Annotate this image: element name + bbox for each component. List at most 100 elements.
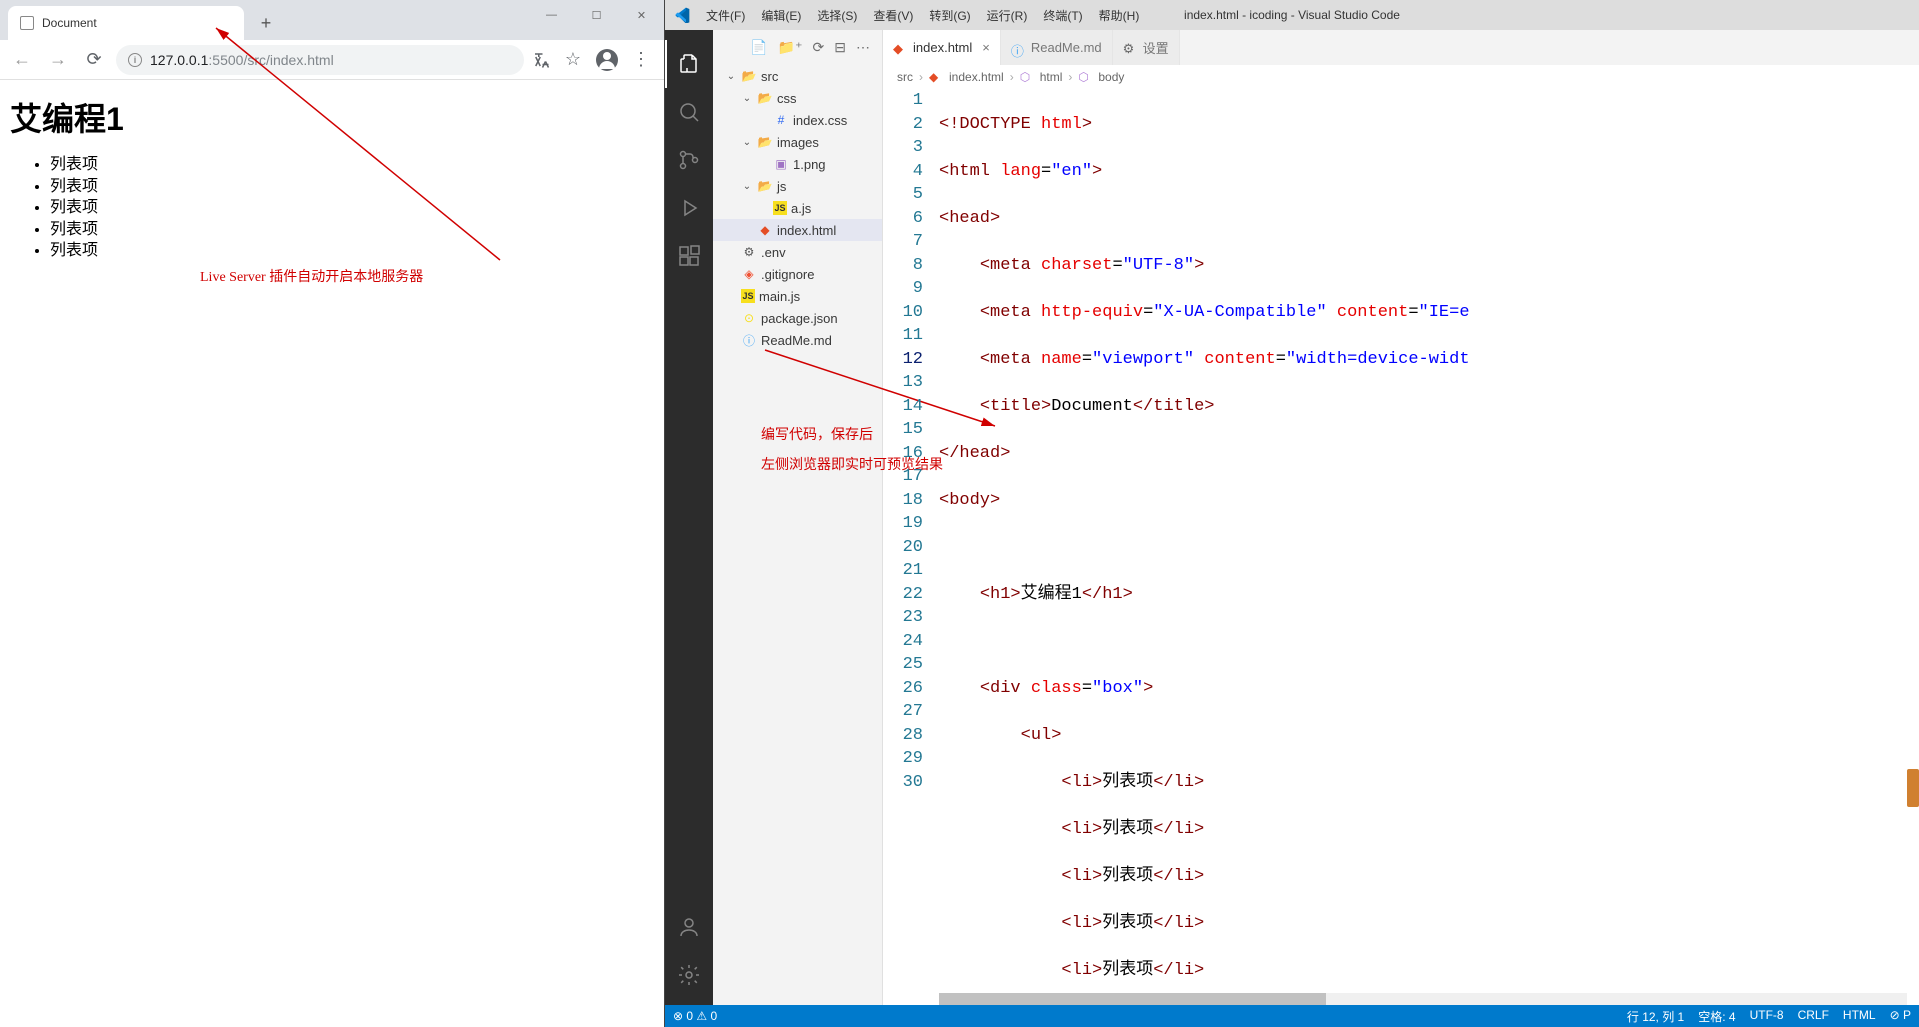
collapse-icon[interactable]: ⊟ [834,39,846,56]
breadcrumb-item[interactable]: body [1098,70,1124,84]
url-text: 127.0.0.1:5500/src/index.html [150,52,334,68]
explorer-icon[interactable] [665,40,713,88]
annotation-text-2a: 编写代码，保存后 [761,424,873,444]
horizontal-scrollbar[interactable] [939,993,1907,1005]
menu-terminal[interactable]: 终端(T) [1036,5,1089,26]
menu-view[interactable]: 查看(V) [866,5,920,26]
code-editor[interactable]: 1234567891011121314151617181920212223242… [883,89,1919,1005]
file-tree: ⌄📂src ⌄📂css #index.css ⌄📂images ▣1.png ⌄… [713,65,882,351]
folder-js[interactable]: ⌄📂js [713,175,882,197]
tab-title: Document [42,16,97,30]
source-control-icon[interactable] [665,136,713,184]
chrome-toolbar: ← → ⟳ i 127.0.0.1:5500/src/index.html ☆ … [0,40,664,80]
forward-button: → [44,46,72,74]
list-item: 列表项 [50,219,654,241]
explorer-actions: 📄 📁⁺ ⟳ ⊟ ⋯ [713,30,882,65]
file-index-css[interactable]: #index.css [713,109,882,131]
close-button[interactable]: ✕ [619,0,664,30]
profile-icon[interactable] [596,49,618,71]
menu-help[interactable]: 帮助(H) [1092,5,1147,26]
run-debug-icon[interactable] [665,184,713,232]
status-eol[interactable]: CRLF [1798,1008,1829,1025]
vscode-window: 文件(F) 编辑(E) 选择(S) 查看(V) 转到(G) 运行(R) 终端(T… [665,0,1919,1027]
folder-src[interactable]: ⌄📂src [713,65,882,87]
vscode-logo-icon [665,7,699,23]
file-png[interactable]: ▣1.png [713,153,882,175]
status-language[interactable]: HTML [1843,1008,1876,1025]
back-button[interactable]: ← [8,46,36,74]
tab-readme[interactable]: ⓘReadMe.md [1001,30,1113,65]
search-icon[interactable] [665,88,713,136]
status-errors[interactable]: ⊗ 0 ⚠ 0 [673,1009,717,1023]
site-info-icon[interactable]: i [128,53,142,67]
window-controls: — ☐ ✕ [529,0,664,30]
page-heading: 艾编程1 [10,94,654,140]
menu-icon[interactable]: ⋮ [632,51,650,69]
file-env[interactable]: ⚙.env [713,241,882,263]
translate-icon[interactable] [532,51,550,69]
new-folder-icon[interactable]: 📁⁺ [778,39,803,56]
account-icon[interactable] [665,903,713,951]
file-gitignore[interactable]: ◈.gitignore [713,263,882,285]
settings-icon[interactable] [665,951,713,999]
status-encoding[interactable]: UTF-8 [1750,1008,1784,1025]
file-icon [20,16,34,30]
extensions-icon[interactable] [665,232,713,280]
status-cursor[interactable]: 行 12, 列 1 [1627,1008,1684,1025]
list-item: 列表项 [50,197,654,219]
menu-go[interactable]: 转到(G) [922,5,977,26]
html-icon: ◆ [929,70,943,84]
menu-select[interactable]: 选择(S) [810,5,864,26]
menu-run[interactable]: 运行(R) [980,5,1035,26]
new-tab-button[interactable]: + [252,9,280,37]
reload-button[interactable]: ⟳ [80,46,108,74]
status-bar: ⊗ 0 ⚠ 0 行 12, 列 1 空格: 4 UTF-8 CRLF HTML … [665,1005,1919,1027]
outline-icon: ⬡ [1078,70,1092,84]
menu-edit[interactable]: 编辑(E) [754,5,808,26]
window-title: index.html - icoding - Visual Studio Cod… [1184,8,1400,22]
page-content: 艾编程1 列表项 列表项 列表项 列表项 列表项 Live Server 插件自… [0,80,664,1027]
tab-close-icon[interactable]: × [982,40,990,55]
annotation-text-1: Live Server 插件自动开启本地服务器 [200,266,423,286]
editor-tabs: ◆index.html× ⓘReadMe.md ⚙设置 [883,30,1919,65]
maximize-button[interactable]: ☐ [574,0,619,30]
overview-ruler-marker [1907,769,1919,807]
breadcrumb-item[interactable]: html [1040,70,1063,84]
chrome-browser: Document + — ☐ ✕ ← → ⟳ i 127.0.0.1:5500/… [0,0,665,1027]
editor-area: ◆index.html× ⓘReadMe.md ⚙设置 src› ◆index.… [883,30,1919,1005]
status-port[interactable]: ⊘ P [1890,1008,1911,1025]
tab-index-html[interactable]: ◆index.html× [883,30,1001,65]
explorer-sidebar: 📄 📁⁺ ⟳ ⊟ ⋯ ⌄📂src ⌄📂css #index.css ⌄📂imag… [713,30,883,1005]
scrollbar-thumb[interactable] [939,993,1326,1005]
list-item: 列表项 [50,240,654,262]
chrome-tab-strip: Document + — ☐ ✕ [0,0,664,40]
chrome-tab[interactable]: Document [8,6,244,40]
menu-file[interactable]: 文件(F) [699,5,752,26]
line-numbers: 1234567891011121314151617181920212223242… [883,89,939,1005]
address-bar[interactable]: i 127.0.0.1:5500/src/index.html [116,45,524,75]
breadcrumb-item[interactable]: src [897,70,913,84]
file-index-html[interactable]: ◆index.html [713,219,882,241]
outline-icon: ⬡ [1020,70,1034,84]
file-readme[interactable]: ⓘReadMe.md [713,329,882,351]
new-file-icon[interactable]: 📄 [750,39,767,56]
minimize-button[interactable]: — [529,0,574,30]
list-item: 列表项 [50,154,654,176]
folder-css[interactable]: ⌄📂css [713,87,882,109]
activity-bar [665,30,713,1005]
file-ajs[interactable]: JSa.js [713,197,882,219]
tab-settings[interactable]: ⚙设置 [1113,30,1180,65]
bookmark-icon[interactable]: ☆ [564,51,582,69]
file-mainjs[interactable]: JSmain.js [713,285,882,307]
page-list: 列表项 列表项 列表项 列表项 列表项 [10,154,654,262]
list-item: 列表项 [50,176,654,198]
code-content[interactable]: <!DOCTYPE html> <html lang="en"> <head> … [939,89,1919,1005]
more-icon[interactable]: ⋯ [856,39,870,56]
file-package-json[interactable]: ⊙package.json [713,307,882,329]
breadcrumbs[interactable]: src› ◆index.html› ⬡html› ⬡body [883,65,1919,89]
refresh-icon[interactable]: ⟳ [813,39,825,56]
vscode-menubar: 文件(F) 编辑(E) 选择(S) 查看(V) 转到(G) 运行(R) 终端(T… [665,0,1919,30]
status-spaces[interactable]: 空格: 4 [1698,1008,1735,1025]
folder-images[interactable]: ⌄📂images [713,131,882,153]
breadcrumb-item[interactable]: index.html [949,70,1004,84]
